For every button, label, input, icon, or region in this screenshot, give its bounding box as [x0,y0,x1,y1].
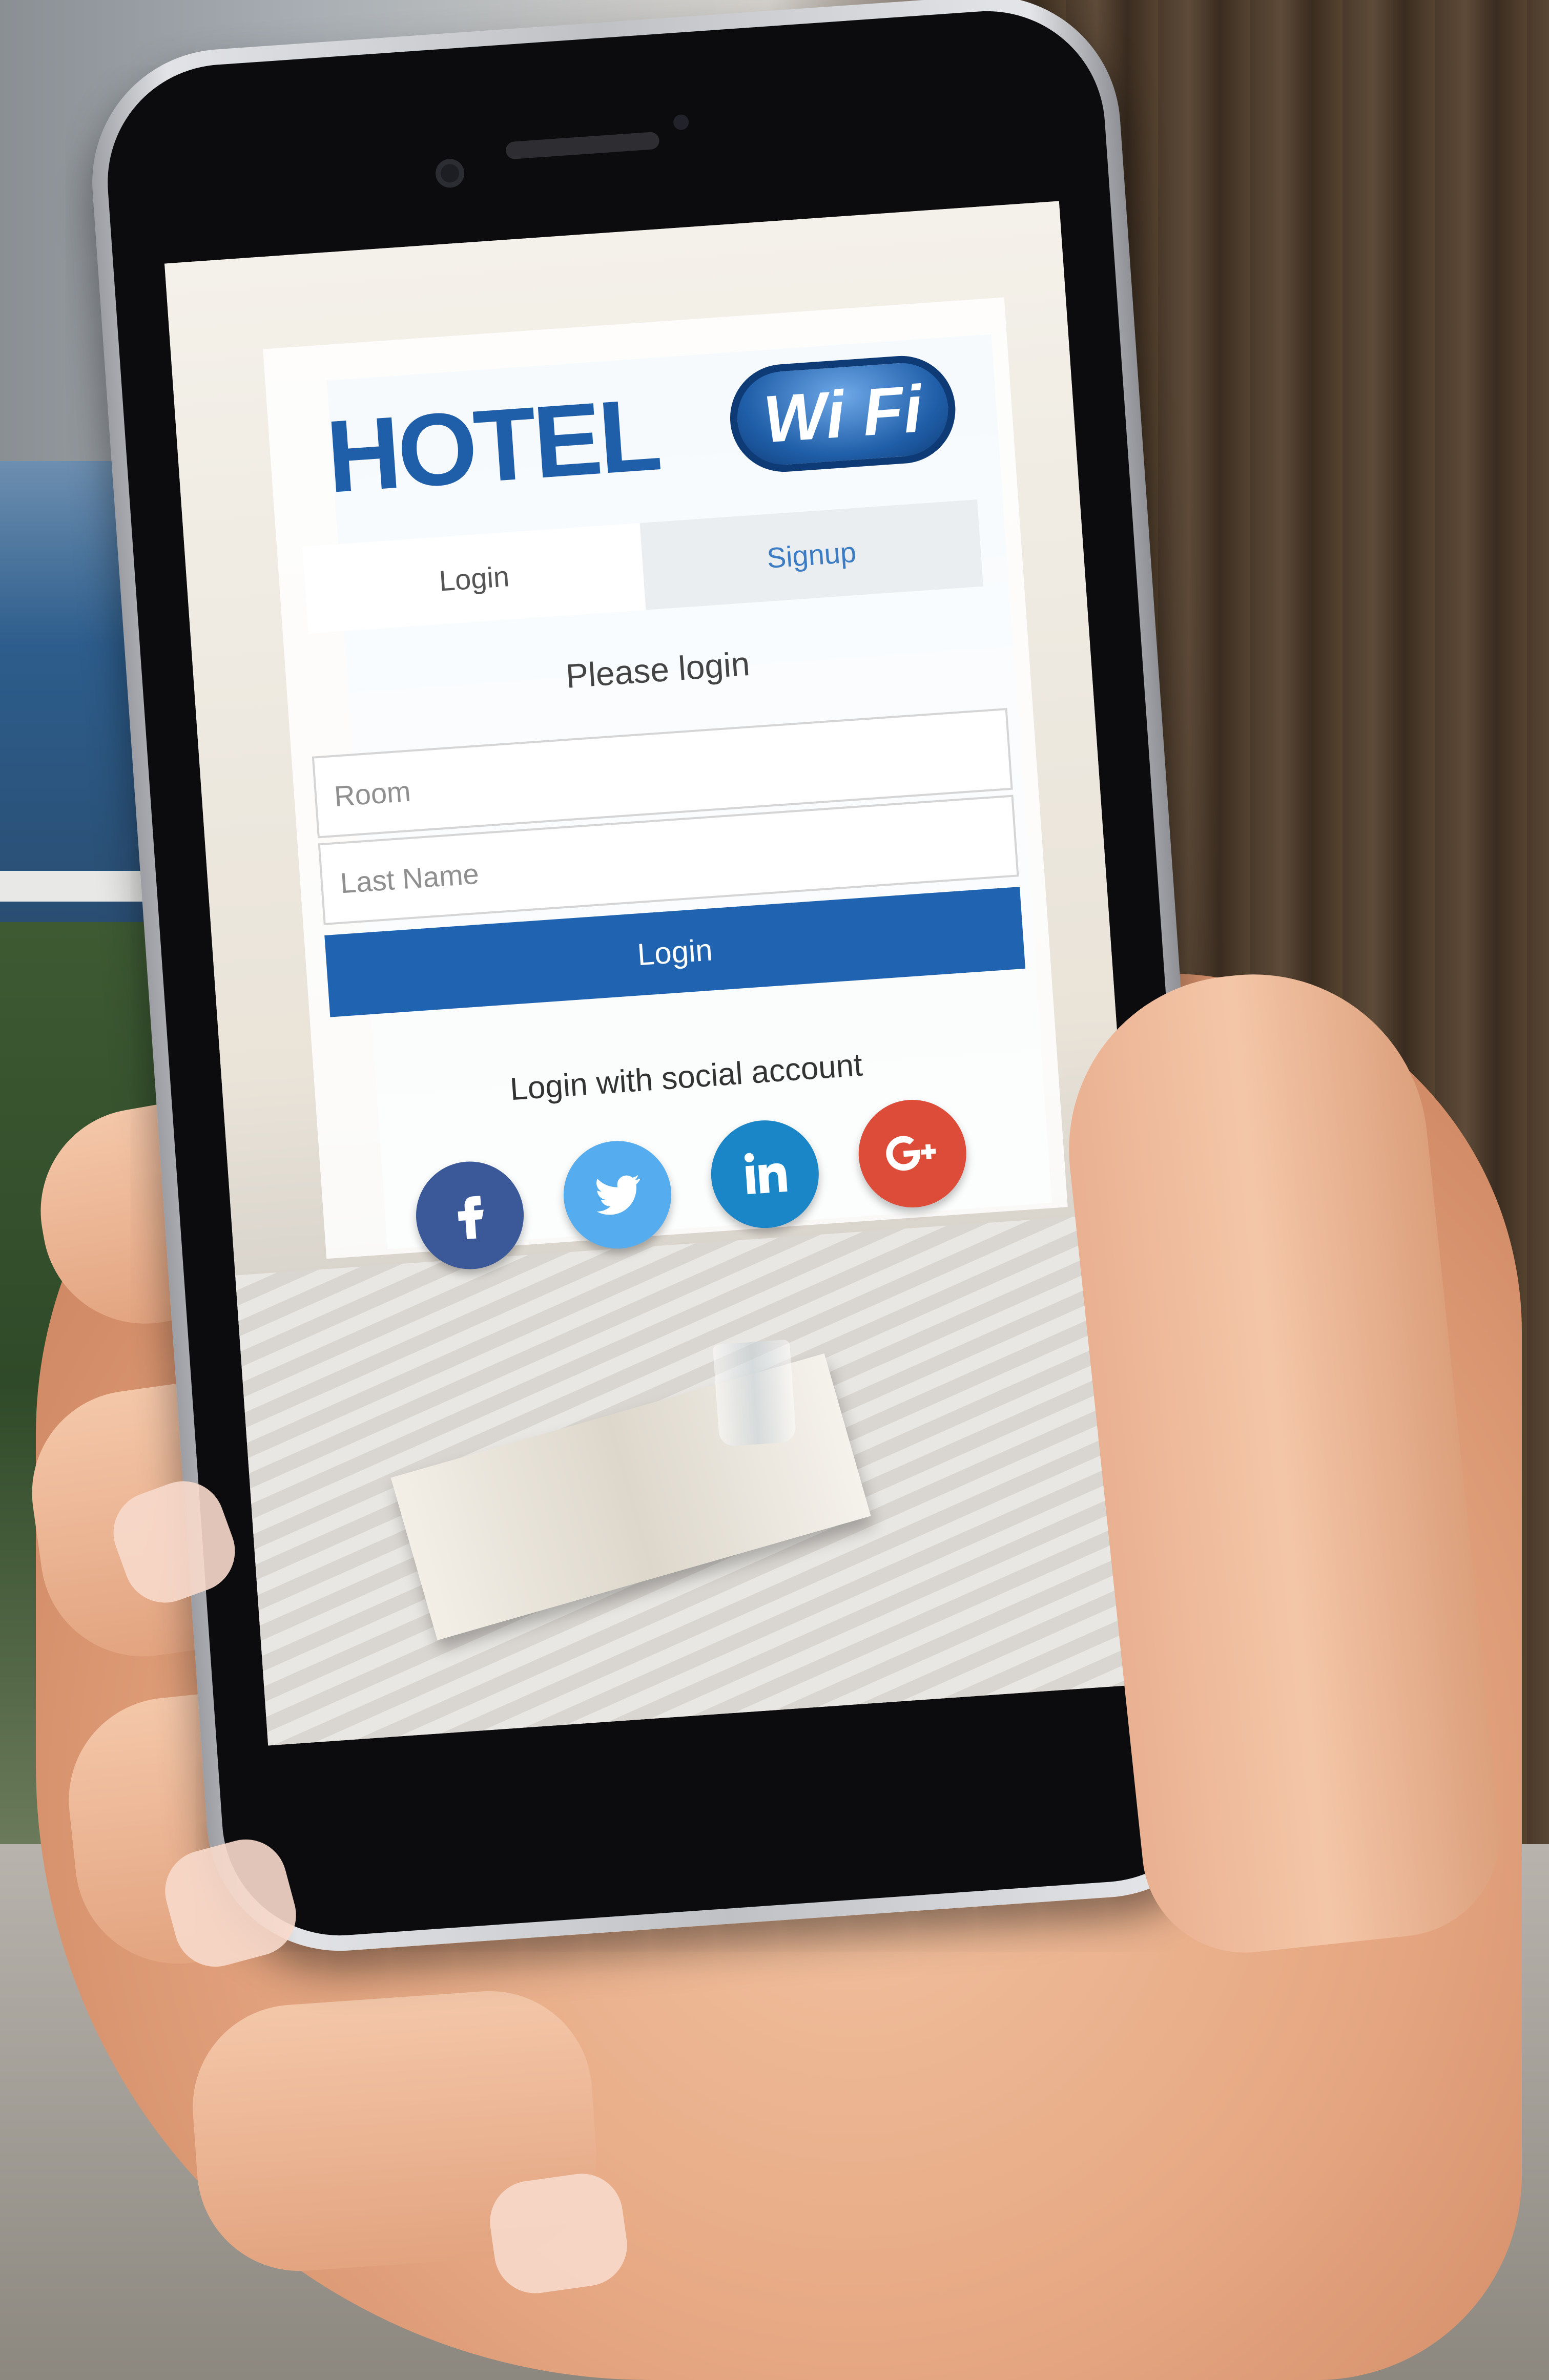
facebook-login-button[interactable] [412,1158,528,1273]
google-plus-login-button[interactable] [855,1096,970,1212]
earpiece-speaker [505,131,660,160]
linkedin-icon [744,1153,788,1195]
smartphone: HOTEL Wi Fi Login Signup Please login Lo… [83,0,1244,1960]
logo-hotel-text: HOTEL [323,377,663,515]
photo-scene: HOTEL Wi Fi Login Signup Please login Lo… [0,0,1549,2380]
phone-screen: HOTEL Wi Fi Login Signup Please login Lo… [164,201,1163,1746]
water-glass [712,1339,797,1447]
auth-tabs: Login Signup [302,499,983,634]
facebook-icon [458,1196,484,1239]
front-camera-icon [435,158,465,189]
phone-front: HOTEL Wi Fi Login Signup Please login Lo… [99,3,1228,1944]
hotel-wifi-logo: HOTEL Wi Fi [322,346,970,524]
login-heading: Please login [564,644,751,695]
login-panel: HOTEL Wi Fi Login Signup Please login Lo… [263,297,1068,1273]
tab-signup[interactable]: Signup [639,499,983,610]
linkedin-login-button[interactable] [707,1117,822,1232]
twitter-login-button[interactable] [560,1137,675,1252]
wifi-badge-text: Wi Fi [761,371,925,457]
proximity-sensor [673,114,690,131]
tab-login[interactable]: Login [302,523,646,634]
twitter-icon [596,1175,641,1215]
google-plus-icon [886,1136,936,1171]
wifi-badge: Wi Fi [726,352,959,476]
